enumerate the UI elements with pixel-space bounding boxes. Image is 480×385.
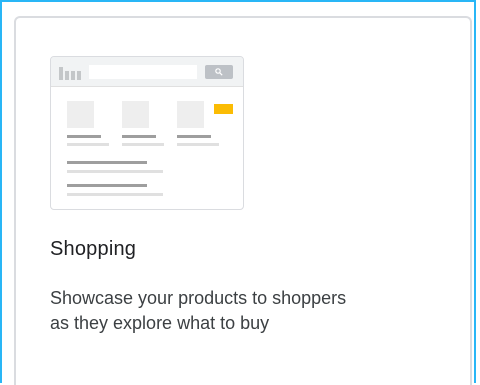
illustration-search-button [205, 65, 233, 79]
illustration-text-line [67, 143, 109, 146]
illustration-search-bar [89, 65, 197, 79]
selected-option-frame[interactable]: Shopping Showcase your products to shopp… [0, 0, 476, 385]
illustration-text-line [67, 184, 147, 187]
illustration-product-tile [122, 101, 149, 128]
illustration-text-line [177, 143, 219, 146]
illustration-text-line [122, 135, 156, 138]
card-title: Shopping [50, 238, 137, 260]
illustration-product-tile [177, 101, 204, 128]
illustration-header [51, 57, 243, 87]
illustration-ad-badge [214, 104, 233, 114]
illustration-logo-icon [59, 67, 85, 80]
illustration-text-line [67, 193, 163, 196]
illustration-text-line [177, 135, 211, 138]
illustration-text-line [67, 170, 163, 173]
magnifier-icon [215, 68, 223, 76]
card-description: Showcase your products to shoppers as th… [50, 288, 347, 333]
illustration-product-tile [67, 101, 94, 128]
shopping-option-card[interactable]: Shopping Showcase your products to shopp… [14, 16, 472, 385]
illustration-text-line [67, 161, 147, 164]
shopping-illustration-icon [50, 56, 244, 210]
illustration-text-line [122, 143, 164, 146]
illustration-text-line [67, 135, 101, 138]
